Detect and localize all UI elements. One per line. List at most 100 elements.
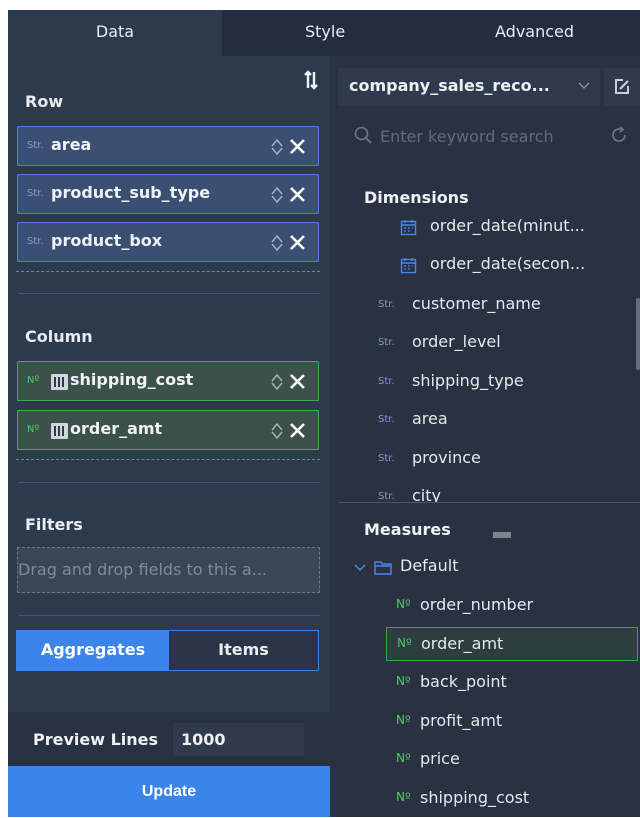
aggregates-button[interactable]: Aggregates <box>17 631 169 670</box>
divider <box>18 293 320 294</box>
folder-icon <box>374 561 392 575</box>
dataset-name: company_sales_reco... <box>349 76 550 95</box>
edit-icon <box>615 79 629 94</box>
remove-field-icon[interactable] <box>289 137 306 156</box>
string-type-icon: Str. <box>378 376 395 387</box>
field-name: profit_amt <box>420 711 503 730</box>
dimension-field[interactable]: order_date(secon... <box>400 250 636 280</box>
field-name: shipping_type <box>412 371 524 390</box>
field-label: order_amt <box>70 419 163 438</box>
string-type-icon: Str. <box>27 236 44 247</box>
sum-aggregation-icon[interactable] <box>51 374 68 390</box>
search-icon <box>354 126 372 144</box>
dimension-field[interactable]: Str. order_level <box>378 328 618 358</box>
remove-field-icon[interactable] <box>289 372 306 391</box>
measure-field[interactable]: Nº profit_amt <box>396 707 636 737</box>
items-button[interactable]: Items <box>169 631 318 670</box>
measure-field[interactable]: Nº shipping_cost <box>396 784 636 814</box>
field-name: order_level <box>412 332 501 351</box>
preview-lines-label: Preview Lines <box>33 730 159 749</box>
column-field-pill[interactable]: Nº shipping_cost <box>17 361 319 401</box>
dimension-field[interactable]: Str. province <box>378 444 618 474</box>
tab-advanced[interactable]: Advanced <box>495 10 574 56</box>
column-field-pill[interactable]: Nº order_amt <box>17 410 319 450</box>
remove-field-icon[interactable] <box>289 421 306 440</box>
string-type-icon: Str. <box>27 188 44 199</box>
chevron-down-icon <box>578 82 590 89</box>
field-shelves-panel: Row Str. area Str. product_sub_type Str.… <box>8 56 330 817</box>
update-button[interactable]: Update <box>8 766 330 817</box>
sort-toggle-icon[interactable] <box>270 235 284 251</box>
dimensions-scrollbar[interactable] <box>636 298 640 370</box>
field-name: order_number <box>420 595 534 614</box>
column-drop-zone[interactable] <box>16 459 320 460</box>
field-name: area <box>412 409 448 428</box>
calendar-icon <box>400 258 417 274</box>
number-type-icon: Nº <box>396 713 411 727</box>
number-type-icon: Nº <box>396 674 411 688</box>
aggregation-mode-toggle: Aggregates Items <box>16 630 319 671</box>
measures-title: Measures <box>364 520 451 539</box>
row-drop-zone[interactable] <box>16 271 320 272</box>
preview-lines-input[interactable] <box>173 723 304 756</box>
remove-field-icon[interactable] <box>289 233 306 252</box>
string-type-icon: Str. <box>378 414 395 425</box>
number-type-icon: Nº <box>397 636 412 650</box>
field-name: price <box>420 749 460 768</box>
field-name: shipping_cost <box>420 788 530 807</box>
calendar-icon <box>400 220 417 236</box>
row-field-pill[interactable]: Str. area <box>17 126 319 166</box>
dimension-field[interactable]: order_date(minut... <box>400 212 636 242</box>
number-type-icon: Nº <box>27 375 40 386</box>
tab-data[interactable]: Data <box>8 10 222 56</box>
column-section-title: Column <box>25 327 93 346</box>
string-type-icon: Str. <box>378 491 395 502</box>
divider <box>18 615 320 616</box>
filters-drop-zone[interactable]: Drag and drop fields to this a... <box>17 547 320 593</box>
measure-field-selected[interactable]: Nº order_amt <box>386 627 638 661</box>
search-input[interactable] <box>380 120 596 152</box>
remove-field-icon[interactable] <box>289 185 306 204</box>
edit-dataset-button[interactable] <box>604 68 640 106</box>
dataset-select[interactable]: company_sales_reco... <box>338 68 600 106</box>
dimension-field[interactable]: Str. city <box>378 482 618 502</box>
string-type-icon: Str. <box>378 337 395 348</box>
tab-style[interactable]: Style <box>305 10 345 56</box>
measure-field[interactable]: Nº order_number <box>396 591 636 621</box>
string-type-icon: Str. <box>378 453 395 464</box>
field-name: city <box>412 486 441 502</box>
dimension-field[interactable]: Str. customer_name <box>378 290 618 320</box>
number-type-icon: Nº <box>396 790 411 804</box>
field-name: order_amt <box>421 634 504 653</box>
menu-icon[interactable] <box>493 532 511 538</box>
field-name: back_point <box>420 672 507 691</box>
filters-section-title: Filters <box>25 515 83 534</box>
string-type-icon: Str. <box>27 140 44 151</box>
divider <box>18 482 320 483</box>
dimension-field[interactable]: Str. area <box>378 405 618 435</box>
sort-toggle-icon[interactable] <box>270 423 284 439</box>
sort-toggle-icon[interactable] <box>270 139 284 155</box>
dimensions-title: Dimensions <box>364 188 469 207</box>
number-type-icon: Nº <box>27 424 40 435</box>
sort-icon[interactable] <box>304 70 318 90</box>
number-type-icon: Nº <box>396 751 411 765</box>
field-name: order_date(secon... <box>430 254 586 273</box>
sum-aggregation-icon[interactable] <box>51 423 68 439</box>
sort-toggle-icon[interactable] <box>270 187 284 203</box>
field-name: customer_name <box>412 294 541 313</box>
sort-toggle-icon[interactable] <box>270 374 284 390</box>
chart-data-config-panel: Data Style Advanced Row Str. area Str. p… <box>8 10 640 817</box>
number-type-icon: Nº <box>396 597 411 611</box>
row-field-pill[interactable]: Str. product_box <box>17 222 319 262</box>
measure-field[interactable]: Nº price <box>396 745 636 775</box>
divider <box>338 502 640 503</box>
row-field-pill[interactable]: Str. product_sub_type <box>17 174 319 214</box>
field-label: product_sub_type <box>51 183 211 202</box>
refresh-icon[interactable] <box>610 126 628 144</box>
folder-name: Default <box>400 556 459 575</box>
dimension-field[interactable]: Str. shipping_type <box>378 367 618 397</box>
tab-bar: Data Style Advanced <box>8 10 640 56</box>
measure-field[interactable]: Nº back_point <box>396 668 636 698</box>
field-label: shipping_cost <box>70 370 194 389</box>
